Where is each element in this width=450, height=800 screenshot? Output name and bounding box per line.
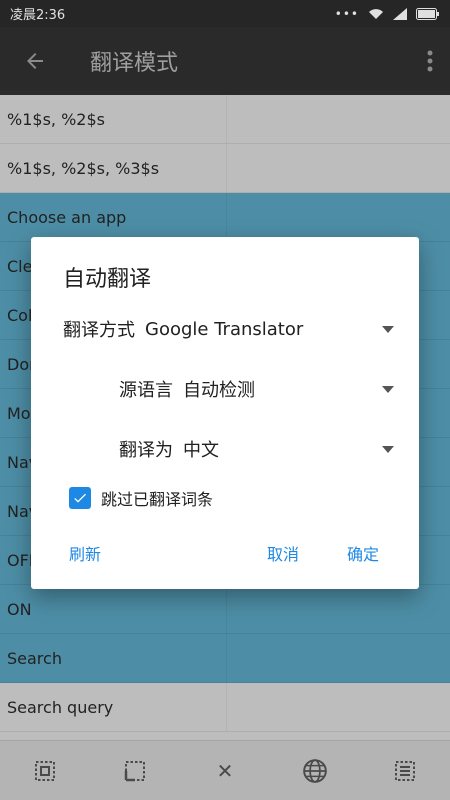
list-item-text: Cle xyxy=(7,256,33,276)
dialog-title: 自动翻译 xyxy=(63,267,152,292)
translation-method-select[interactable]: 翻译方式 Google Translator xyxy=(63,309,403,349)
list-item[interactable]: Search query xyxy=(0,683,450,732)
cancel-button[interactable]: 取消 xyxy=(267,541,299,565)
column-divider xyxy=(226,634,227,682)
translation-method-value: Google Translator xyxy=(145,318,304,340)
target-language-label: 翻译为 xyxy=(119,440,173,461)
auto-translate-dialog: 自动翻译 翻译方式 Google Translator 源语言 自动检测 翻译为… xyxy=(31,237,419,589)
globe-icon xyxy=(303,758,327,783)
column-divider xyxy=(226,683,227,731)
status-bar: 凌晨2:36 ••• xyxy=(0,0,450,27)
status-icons: ••• xyxy=(335,7,440,21)
list-item-text: Choose an app xyxy=(7,207,127,227)
select-all-button[interactable] xyxy=(25,751,65,791)
refresh-button[interactable]: 刷新 xyxy=(69,541,101,565)
battery-icon xyxy=(416,7,440,20)
clear-selection-button[interactable]: ✕ xyxy=(205,751,245,791)
list-item-text: Search query xyxy=(7,697,114,717)
list-item-text: Search xyxy=(7,648,62,668)
translate-button[interactable] xyxy=(295,751,335,791)
skip-translated-option[interactable]: 跳过已翻译词条 xyxy=(69,486,213,510)
ok-button[interactable]: 确定 xyxy=(347,541,379,565)
status-time: 凌晨2:36 xyxy=(10,8,66,23)
target-language-select[interactable]: 翻译为 中文 xyxy=(63,429,403,469)
column-divider xyxy=(226,585,227,633)
page-title: 翻译模式 xyxy=(90,51,179,76)
source-language-label: 源语言 xyxy=(119,380,173,401)
wifi-icon xyxy=(368,8,384,20)
select-partial-button[interactable] xyxy=(115,751,155,791)
checkmark-icon xyxy=(74,493,86,503)
select-all-icon xyxy=(35,760,55,781)
list-item-text: ON xyxy=(7,599,32,619)
column-divider xyxy=(226,193,227,241)
select-partial-icon xyxy=(124,760,145,781)
list-item[interactable]: ON xyxy=(0,585,450,634)
list-select-icon xyxy=(395,760,415,781)
list-item-text: %1$s, %2$s, %3$s xyxy=(7,158,160,178)
more-options-button[interactable] xyxy=(410,27,450,95)
translation-method-label: 翻译方式 xyxy=(63,320,135,341)
caret-down-icon xyxy=(373,385,403,393)
list-item-text: %1$s, %2$s xyxy=(7,109,105,129)
list-item[interactable]: %1$s, %2$s, %3$s xyxy=(0,144,450,193)
arrow-left-icon xyxy=(27,53,43,69)
source-language-select[interactable]: 源语言 自动检测 xyxy=(63,369,403,409)
skip-translated-label: 跳过已翻译词条 xyxy=(101,490,214,509)
list-item-text: Col xyxy=(7,305,33,325)
caret-down-icon xyxy=(373,325,403,333)
skip-translated-checkbox[interactable] xyxy=(69,487,91,509)
list-item[interactable]: Choose an app xyxy=(0,193,450,242)
back-button[interactable] xyxy=(0,27,70,95)
more-vert-icon xyxy=(427,50,433,72)
source-language-value: 自动检测 xyxy=(183,380,255,401)
notification-dots: ••• xyxy=(334,6,359,21)
close-icon: ✕ xyxy=(216,758,234,783)
column-divider xyxy=(226,144,227,192)
list-select-button[interactable] xyxy=(385,751,425,791)
list-item-text: Mo xyxy=(7,403,31,423)
list-item[interactable]: Search xyxy=(0,634,450,683)
column-divider xyxy=(226,95,227,143)
signal-icon xyxy=(393,7,407,20)
caret-down-icon xyxy=(373,445,403,453)
bottom-toolbar: ✕ xyxy=(0,740,450,800)
app-bar: 翻译模式 xyxy=(0,27,450,95)
list-item[interactable]: %1$s, %2$s xyxy=(0,95,450,144)
target-language-value: 中文 xyxy=(183,440,219,461)
